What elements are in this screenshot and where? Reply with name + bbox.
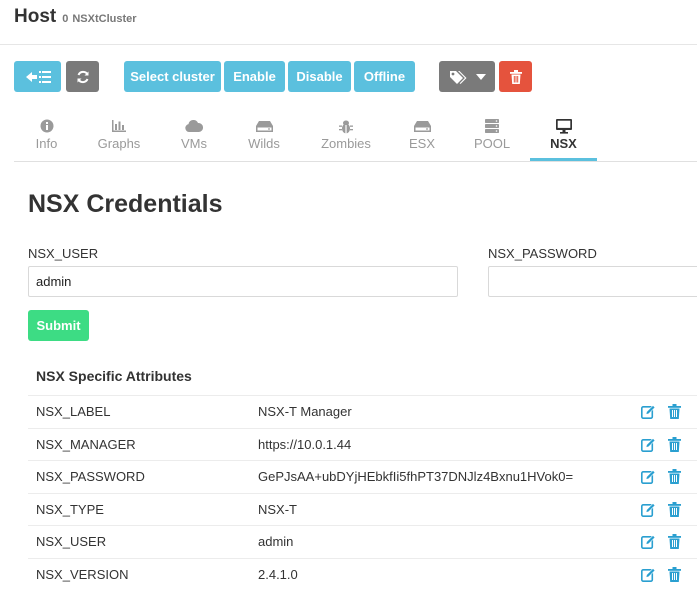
trash-icon[interactable] <box>668 534 681 549</box>
attribute-value: 2.4.1.0 <box>258 566 298 582</box>
trash-icon[interactable] <box>668 469 681 484</box>
tab-pool[interactable]: POOL <box>468 112 516 161</box>
edit-icon[interactable] <box>641 502 656 517</box>
section-heading: NSX Credentials <box>28 190 223 218</box>
trash-icon <box>509 69 522 84</box>
server-icon <box>485 118 499 134</box>
attribute-key: NSX_USER <box>36 534 107 549</box>
tab-esx[interactable]: ESX <box>398 112 446 161</box>
caret-down-icon <box>475 73 486 80</box>
nsx-password-input[interactable] <box>488 266 697 297</box>
table-row: NSX_USER admin <box>28 525 697 558</box>
submit-button[interactable]: Submit <box>28 310 89 341</box>
attribute-value: https://10.0.1.44 <box>258 436 352 452</box>
attribute-key: NSX_MANAGER <box>36 436 136 452</box>
hdd-icon <box>255 118 273 134</box>
attribute-key: NSX_PASSWORD <box>36 469 145 484</box>
attribute-key: NSX_TYPE <box>36 501 104 517</box>
edit-icon[interactable] <box>641 534 656 549</box>
attribute-key: NSX_LABEL <box>36 404 111 419</box>
table-row: NSX_TYPE NSX-T <box>28 492 697 526</box>
bar-chart-icon <box>112 118 126 134</box>
trash-icon[interactable] <box>668 566 681 582</box>
refresh-icon <box>77 70 88 83</box>
select-cluster-button[interactable]: Select cluster <box>124 61 221 92</box>
trash-icon[interactable] <box>668 436 681 452</box>
info-icon <box>40 118 54 134</box>
tab-info[interactable]: Info <box>18 112 75 161</box>
nsx-user-input[interactable]: admin <box>28 266 458 297</box>
table-row: NSX_PASSWORD GePJsAA+ubDYjHEbkfIi5fhPT37… <box>28 460 697 493</box>
edit-icon[interactable] <box>641 404 656 419</box>
delete-host-button[interactable] <box>499 61 532 92</box>
attributes-title: NSX Specific Attributes <box>36 368 192 384</box>
attribute-value: NSX-T <box>258 501 297 517</box>
tags-dropdown-button[interactable] <box>439 61 495 92</box>
cloud-icon <box>185 118 203 134</box>
host-count: 0 <box>62 13 69 25</box>
nsx-password-label: NSX_PASSWORD <box>488 246 597 261</box>
attribute-value: admin <box>258 534 294 549</box>
trash-icon[interactable] <box>668 501 681 517</box>
page-title: Host <box>14 6 57 27</box>
tags-icon <box>449 70 466 84</box>
offline-button[interactable]: Offline <box>354 61 415 92</box>
back-list-icon <box>25 70 51 83</box>
enable-button[interactable]: Enable <box>224 61 285 92</box>
table-row: NSX_MANAGER https://10.0.1.44 <box>28 427 697 461</box>
host-tabs: Info Graphs VMs Wilds Zombies ESX POOL N… <box>14 112 697 162</box>
disable-button[interactable]: Disable <box>288 61 351 92</box>
trash-icon[interactable] <box>668 404 681 419</box>
tabs-divider <box>14 161 697 162</box>
nsx-user-label: NSX_USER <box>28 246 99 261</box>
page-header: Host 0 NSXtCluster <box>14 6 137 28</box>
back-to-list-button[interactable] <box>14 61 61 92</box>
table-row: NSX_LABEL NSX-T Manager <box>28 395 697 428</box>
edit-icon[interactable] <box>641 469 656 484</box>
active-tab-indicator <box>530 158 597 161</box>
hdd-icon <box>413 118 431 134</box>
cluster-name: NSXtCluster <box>72 13 137 25</box>
attribute-value: NSX-T Manager <box>258 404 352 419</box>
tab-wilds[interactable]: Wilds <box>239 112 289 161</box>
table-row: NSX_VERSION 2.4.1.0 <box>28 557 697 590</box>
attribute-key: NSX_VERSION <box>36 566 129 582</box>
attributes-table: NSX_LABEL NSX-T Manager NSX_MANAGER http… <box>28 395 697 590</box>
tab-vms[interactable]: VMs <box>168 112 220 161</box>
refresh-button[interactable] <box>66 61 99 92</box>
attribute-value: GePJsAA+ubDYjHEbkfIi5fhPT37DNJlz4Bxnu1HV… <box>258 469 574 484</box>
desktop-icon <box>555 118 572 134</box>
edit-icon[interactable] <box>641 567 656 582</box>
tab-zombies[interactable]: Zombies <box>315 112 377 161</box>
edit-icon[interactable] <box>641 437 656 452</box>
header-divider <box>0 44 697 45</box>
tab-nsx[interactable]: NSX <box>530 112 597 161</box>
tab-graphs[interactable]: Graphs <box>88 112 150 161</box>
bug-icon <box>339 118 353 134</box>
